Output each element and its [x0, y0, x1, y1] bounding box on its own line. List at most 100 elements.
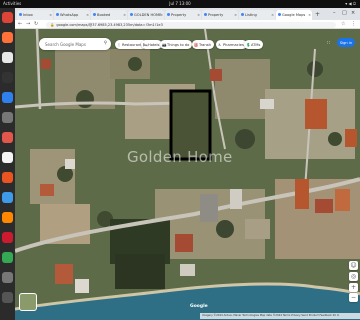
- favicon-icon: [203, 13, 207, 16]
- google-apps-icon[interactable]: ∷: [327, 40, 330, 46]
- map-attribution[interactable]: Imagery ©2024 Airbus, Maxar Technologies…: [200, 313, 360, 319]
- browser-menu-icon[interactable]: ⋮: [351, 21, 356, 27]
- favicon-icon: [166, 13, 170, 16]
- dock: [0, 8, 15, 320]
- close-tab-icon[interactable]: ×: [49, 13, 52, 17]
- chrome-icon[interactable]: [2, 12, 13, 23]
- minimize-button[interactable]: –: [333, 10, 336, 16]
- bookmark-star-icon[interactable]: ☆: [341, 21, 345, 27]
- browser-tab[interactable]: Property ×: [165, 10, 201, 20]
- transit-icon: ⛽: [194, 42, 199, 47]
- chip-label: Things to do: [167, 42, 190, 47]
- satellite-map[interactable]: [15, 29, 360, 320]
- files-icon[interactable]: [2, 52, 13, 63]
- locate-icon: ◎: [350, 273, 357, 280]
- store-icon[interactable]: [2, 172, 13, 183]
- text-editor-icon[interactable]: [2, 152, 13, 163]
- tab-title: Property: [171, 13, 187, 17]
- favicon-icon: [240, 13, 244, 16]
- close-tab-icon[interactable]: ×: [123, 13, 126, 17]
- system-menu[interactable]: ▾ ◀ ⏻: [345, 1, 356, 6]
- pegman-button[interactable]: ☺: [349, 261, 358, 270]
- close-window-button[interactable]: ×: [351, 10, 355, 16]
- new-tab-button[interactable]: +: [315, 11, 320, 18]
- back-arrow-icon[interactable]: ←: [18, 21, 22, 27]
- help-icon[interactable]: [2, 192, 13, 203]
- favicon-icon: [92, 13, 96, 16]
- chip-label: Hotels: [148, 42, 160, 47]
- browser-tab[interactable]: Listing ×: [239, 10, 275, 20]
- minus-icon: −: [350, 294, 357, 301]
- os-top-bar: Activities Jul 7 13:00 ▾ ◀ ⏻: [0, 0, 360, 8]
- tab-title: Google Maps: [282, 13, 306, 17]
- tab-title: WhatsApp: [60, 13, 79, 17]
- close-tab-icon[interactable]: ×: [234, 13, 237, 17]
- chip-atms[interactable]: 💲 ATMs: [244, 40, 264, 49]
- zoom-out-button[interactable]: −: [349, 293, 358, 302]
- atm-icon: 💲: [246, 42, 251, 47]
- vlc-icon[interactable]: [2, 212, 13, 223]
- favicon-icon: [55, 13, 59, 16]
- chip-transit[interactable]: ⛽ Transit: [192, 40, 214, 49]
- search-placeholder: Search Google Maps: [45, 41, 86, 47]
- chip-things-to-do[interactable]: 📷 Things to do: [160, 40, 193, 49]
- close-tab-icon[interactable]: ×: [197, 13, 200, 17]
- tab-title: Listing: [245, 13, 257, 17]
- close-tab-icon[interactable]: ×: [160, 13, 163, 17]
- close-tab-icon[interactable]: ×: [86, 13, 89, 17]
- tab-title: Property: [208, 13, 224, 17]
- close-tab-icon[interactable]: ×: [308, 13, 311, 17]
- maximize-button[interactable]: □: [342, 10, 347, 16]
- maps-search-box[interactable]: Search Google Maps ⚲: [39, 38, 111, 50]
- opera-icon[interactable]: [2, 232, 13, 243]
- trash-icon[interactable]: [2, 272, 13, 283]
- apps-grid-icon[interactable]: [2, 292, 13, 303]
- watermark: Golden Home: [127, 148, 233, 166]
- screen: Activities Jul 7 13:00 ▾ ◀ ⏻ Inbox × Whats…: [0, 0, 360, 320]
- firefox-icon[interactable]: [2, 32, 13, 43]
- tab-strip: Inbox × WhatsApp × Booked × GOLDEN HOME × Proper…: [15, 8, 360, 20]
- browser-tab[interactable]: WhatsApp ×: [54, 10, 90, 20]
- browser-tab[interactable]: GOLDEN HOME ×: [128, 10, 164, 20]
- chip-label: Pharmacies: [223, 42, 244, 47]
- chip-pharmacies[interactable]: ♿ Pharmacies: [216, 40, 247, 49]
- navigation-bar: ← → ↻ 🔒 google.com/maps/@37.6985,23.4983,…: [15, 20, 360, 29]
- terminal-icon[interactable]: [2, 72, 13, 83]
- zoom-in-button[interactable]: +: [349, 283, 358, 292]
- favicon-icon: [18, 13, 22, 16]
- clock[interactable]: Jul 7 13:00: [0, 1, 360, 6]
- browser-tab[interactable]: Property ×: [202, 10, 238, 20]
- tab-title: Booked: [97, 13, 111, 17]
- tab-title: GOLDEN HOME: [134, 13, 162, 17]
- layers-toggle[interactable]: [19, 293, 37, 311]
- tab-title: Inbox: [23, 13, 33, 17]
- lock-icon: 🔒: [50, 22, 55, 27]
- browser-tab[interactable]: Google Maps ×: [276, 10, 312, 20]
- hotel-icon: 🛏: [143, 42, 148, 47]
- pegman-icon: ☺: [350, 262, 357, 269]
- pharmacy-icon: ♿: [218, 42, 222, 47]
- forward-arrow-icon[interactable]: →: [26, 21, 30, 27]
- browser-tab[interactable]: Inbox ×: [17, 10, 53, 20]
- reload-icon[interactable]: ↻: [34, 21, 38, 27]
- browser-tab[interactable]: Booked ×: [91, 10, 127, 20]
- pdf-icon[interactable]: [2, 132, 13, 143]
- maps-icon[interactable]: [2, 252, 13, 263]
- vscode-icon[interactable]: [2, 92, 13, 103]
- restaurant-icon: 🍴: [117, 42, 122, 47]
- address-bar[interactable]: 🔒 google.com/maps/@37.6985,23.4983,235m/d…: [46, 21, 336, 28]
- url-text: google.com/maps/@37.6985,23.4983,235m/da…: [56, 22, 163, 27]
- settings-icon[interactable]: [2, 112, 13, 123]
- sign-in-button[interactable]: Sign in: [337, 38, 355, 47]
- plus-icon: +: [350, 284, 357, 291]
- chip-label: Transit: [199, 42, 211, 47]
- google-logo: Google: [190, 304, 208, 309]
- chip-label: ATMs: [251, 42, 261, 47]
- favicon-icon: [277, 13, 281, 16]
- satellite-imagery: [15, 29, 360, 320]
- search-icon[interactable]: ⚲: [104, 41, 107, 46]
- locate-me-button[interactable]: ◎: [349, 272, 358, 281]
- camera-icon: 📷: [162, 42, 167, 47]
- favicon-icon: [129, 13, 133, 16]
- close-tab-icon[interactable]: ×: [271, 13, 274, 17]
